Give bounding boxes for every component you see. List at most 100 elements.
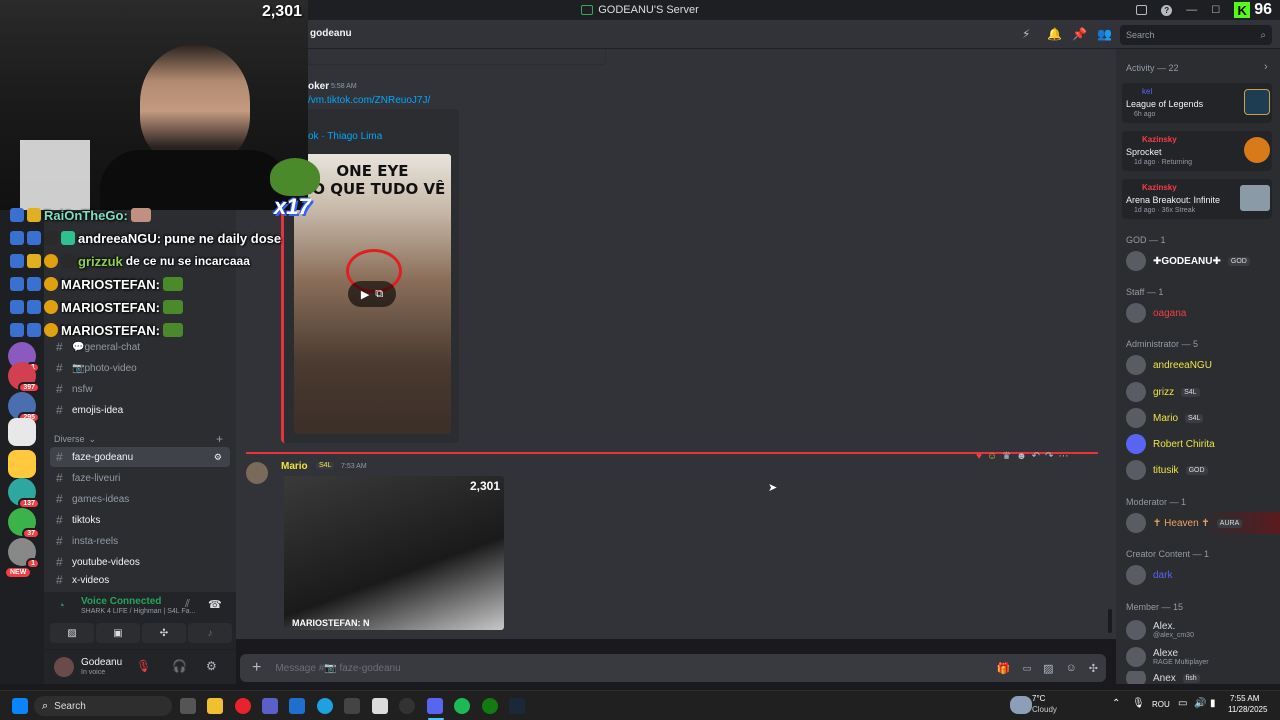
activities-button[interactable]: ✣ bbox=[142, 623, 186, 643]
teams-icon[interactable] bbox=[262, 698, 278, 714]
chevron-right-icon[interactable]: › bbox=[1264, 61, 1268, 73]
apps-icon[interactable]: ✣ bbox=[1089, 662, 1098, 675]
embed-title[interactable]: ok · Thiago Lima bbox=[308, 131, 382, 142]
clock-time[interactable]: 7:55 AM bbox=[1230, 694, 1259, 703]
maximize-icon[interactable]: ☐ bbox=[1211, 5, 1220, 16]
avatar[interactable] bbox=[246, 462, 268, 484]
more-icon[interactable]: ⋯ bbox=[1058, 451, 1068, 465]
channel-games-ideas[interactable]: # games-ideas bbox=[50, 489, 230, 509]
server-icon-6[interactable]: 37 bbox=[8, 508, 40, 539]
play-button[interactable]: ▶ ⧉ bbox=[348, 281, 396, 307]
member-mario[interactable]: Mario S4L bbox=[1126, 407, 1276, 429]
gif-icon[interactable]: ▭ bbox=[1023, 663, 1032, 674]
store-icon[interactable] bbox=[372, 698, 388, 714]
settings-gear-icon[interactable]: ⚙ bbox=[214, 452, 222, 463]
server-icon-5[interactable]: 137 bbox=[8, 478, 40, 509]
clock-date[interactable]: 11/28/2025 bbox=[1228, 705, 1267, 714]
message-author[interactable]: Mario bbox=[281, 461, 308, 472]
task-view-icon[interactable] bbox=[180, 698, 196, 714]
trophy-reaction-icon[interactable]: ♛ bbox=[1002, 451, 1011, 465]
voice-channel[interactable]: SHARK 4 LIFE / Highman | S4L Fa... bbox=[81, 608, 195, 615]
member-heaven[interactable]: ✝ Heaven ✝ AURA bbox=[1126, 512, 1280, 534]
edge-icon[interactable] bbox=[317, 698, 333, 714]
channel-x-videos[interactable]: # x-videos bbox=[50, 573, 230, 587]
channel-insta-reels[interactable]: # insta-reels bbox=[50, 531, 230, 551]
search-input[interactable]: Search ⌕ bbox=[1120, 25, 1272, 45]
member-grizz[interactable]: grizz S4L bbox=[1126, 381, 1276, 403]
sticker-icon[interactable]: ▨ bbox=[1043, 662, 1053, 675]
xbox-icon[interactable] bbox=[482, 698, 498, 714]
heart-reaction-icon[interactable]: ♥ bbox=[976, 451, 982, 465]
channel-faze-liveuri[interactable]: # faze-liveuri bbox=[50, 468, 230, 488]
member-dark[interactable]: dark bbox=[1126, 564, 1276, 586]
channel-tiktoks[interactable]: # tiktoks bbox=[50, 510, 230, 530]
activity-card[interactable]: Kazinsky Arena Breakout: Infinite 1d ago… bbox=[1122, 179, 1272, 219]
threads-icon[interactable]: ⚡ bbox=[1022, 27, 1030, 41]
gift-icon[interactable]: 🎁 bbox=[997, 662, 1011, 675]
channel-photo-video[interactable]: # 📷photo-video bbox=[50, 358, 230, 378]
member-titusik[interactable]: titusik GOD bbox=[1126, 459, 1276, 481]
activity-card[interactable]: kel League of Legends 6h ago bbox=[1122, 83, 1272, 123]
new-badge[interactable]: NEW bbox=[6, 568, 31, 577]
upload-plus-icon[interactable]: + bbox=[252, 659, 261, 677]
server-icon-4[interactable] bbox=[8, 418, 36, 446]
add-reaction-icon[interactable]: ☻ bbox=[1016, 451, 1027, 465]
channel-general-chat[interactable]: # 💬general-chat bbox=[50, 337, 230, 357]
message-link[interactable]: /vm.tiktok.com/ZNReuoJ7J/ bbox=[308, 95, 430, 106]
member-anex[interactable]: Anex fish bbox=[1126, 671, 1276, 684]
clock-app-icon[interactable] bbox=[399, 698, 415, 714]
emoji-icon[interactable]: ☺ bbox=[1066, 662, 1077, 674]
windows-start-icon[interactable] bbox=[12, 698, 28, 714]
video-thumbnail[interactable]: ONE EYE HO QUE TUDO VÊ ▶⧉ bbox=[294, 154, 451, 434]
forward-icon[interactable]: ↷ bbox=[1045, 451, 1053, 465]
camera-off-button[interactable]: ▨ bbox=[50, 623, 94, 643]
add-channel-icon[interactable]: + bbox=[216, 432, 223, 446]
member-andreeangu[interactable]: andreeaNGU bbox=[1126, 354, 1276, 376]
reply-icon[interactable]: ↶ bbox=[1032, 451, 1040, 465]
pin-icon[interactable]: 📌 bbox=[1072, 27, 1087, 41]
minimize-icon[interactable]: — bbox=[1186, 4, 1197, 16]
message-composer[interactable]: + Message #📷 faze-godeanu 🎁 ▭ ▨ ☺ ✣ bbox=[240, 654, 1106, 682]
taskbar-search[interactable]: ⌕ Search bbox=[34, 696, 172, 716]
server-icon-3[interactable]: 295 bbox=[8, 392, 40, 423]
channel-youtube-videos[interactable]: # youtube-videos bbox=[50, 552, 230, 572]
volume-icon[interactable]: 🔊 bbox=[1194, 698, 1206, 709]
server-icon-2[interactable]: 397 bbox=[8, 362, 40, 393]
help-icon[interactable]: ? bbox=[1161, 4, 1173, 16]
folder-icon[interactable] bbox=[8, 450, 36, 478]
mute-icon[interactable]: 🎙 bbox=[136, 659, 151, 673]
channel-nsfw[interactable]: # nsfw bbox=[50, 379, 230, 399]
file-explorer-icon[interactable] bbox=[207, 698, 223, 714]
channel-emojis-idea[interactable]: # emojis-idea bbox=[50, 400, 230, 420]
language-indicator[interactable]: ROU bbox=[1152, 700, 1170, 709]
member-oagana[interactable]: oagana bbox=[1126, 302, 1276, 324]
app-icon[interactable] bbox=[344, 698, 360, 714]
server-icon-7[interactable]: 1 bbox=[8, 538, 40, 569]
microphone-icon[interactable]: 🎙 bbox=[1132, 698, 1145, 709]
member-alex[interactable]: Alex. @alex_cm30 bbox=[1126, 618, 1276, 642]
steam-icon[interactable] bbox=[509, 698, 525, 714]
screen-share-button[interactable]: ▣ bbox=[96, 623, 140, 643]
inbox-icon[interactable] bbox=[1136, 5, 1148, 15]
user-settings-gear-icon[interactable]: ⚙ bbox=[206, 659, 217, 673]
deafen-icon[interactable]: 🎧 bbox=[172, 659, 187, 673]
member-godeanu[interactable]: ✚GODEANU✚ GOD bbox=[1126, 250, 1276, 272]
battery-icon[interactable]: ▮ bbox=[1210, 698, 1216, 709]
spotify-icon[interactable] bbox=[454, 698, 470, 714]
stream-clip-embed[interactable]: 2,301 MARIOSTEFAN: N bbox=[284, 476, 504, 630]
category-diverse[interactable]: Diverse ⌄ bbox=[54, 434, 96, 445]
avatar[interactable] bbox=[54, 657, 74, 677]
chevron-up-icon[interactable]: ⌃ bbox=[1112, 698, 1120, 709]
outlook-icon[interactable] bbox=[289, 698, 305, 714]
member-list-icon[interactable]: 👥 bbox=[1097, 27, 1112, 41]
soundboard-button[interactable]: ♪ bbox=[188, 623, 232, 643]
network-icon[interactable]: ▭ bbox=[1178, 698, 1187, 709]
member-alexe[interactable]: Alexe RAGE Multiplayer bbox=[1126, 645, 1276, 669]
weather-desc[interactable]: Cloudy bbox=[1032, 705, 1057, 714]
opera-icon[interactable] bbox=[235, 698, 251, 714]
member-robert-chirita[interactable]: Robert Chirita bbox=[1126, 433, 1276, 455]
emoji-reaction-icon[interactable]: ☺ bbox=[987, 451, 997, 465]
activity-card[interactable]: Kazinsky Sprocket 1d ago · Returning bbox=[1122, 131, 1272, 171]
discord-icon[interactable] bbox=[427, 698, 443, 714]
scrollbar[interactable] bbox=[1108, 609, 1112, 633]
